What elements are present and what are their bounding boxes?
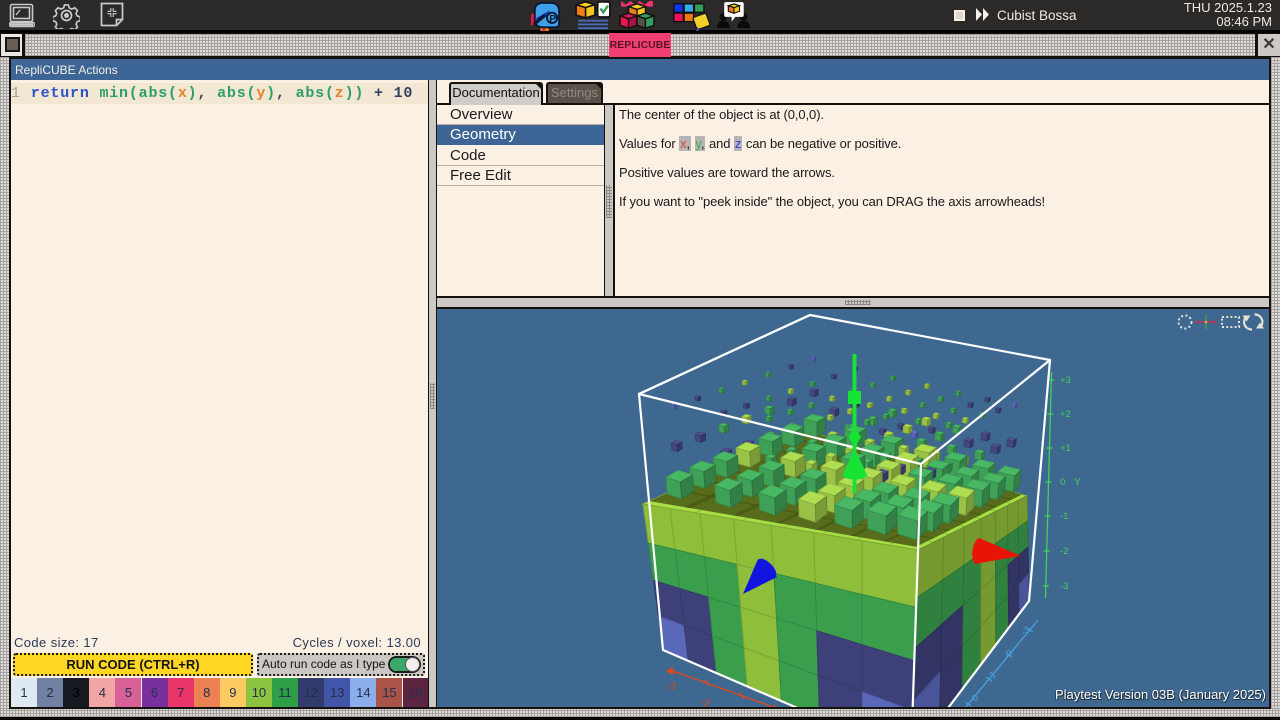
svg-text:-2: -2 [699, 697, 711, 707]
svg-text:0: 0 [1060, 477, 1065, 488]
svg-text:-1: -1 [1060, 511, 1068, 522]
svg-text:-2: -2 [1060, 546, 1068, 557]
svg-text:Y: Y [1074, 477, 1081, 488]
svg-text:+2: +2 [1060, 409, 1071, 420]
svg-text:-3: -3 [665, 680, 677, 693]
svg-text:-3: -3 [1019, 624, 1032, 638]
svg-text:+1: +1 [1060, 443, 1071, 454]
svg-text:+3: +3 [1060, 375, 1071, 386]
svg-text:0: 0 [970, 692, 981, 704]
svg-text:P: P [549, 14, 556, 25]
svg-text:-3: -3 [1060, 581, 1068, 592]
